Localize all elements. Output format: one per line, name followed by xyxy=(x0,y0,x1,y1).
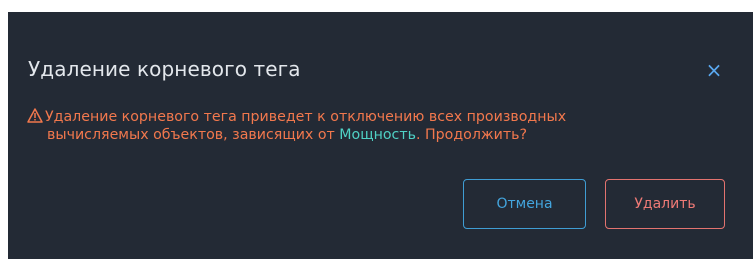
close-icon[interactable]: × xyxy=(702,58,726,82)
warning-text-prefix: Удаление корневого тега приведет к отклю… xyxy=(45,109,567,125)
warning-text-line2: вычисляемых объектов, зависящих от xyxy=(47,127,340,143)
cancel-button[interactable]: Отмена xyxy=(463,179,586,229)
dialog-title: Удаление корневого тега xyxy=(28,57,301,81)
dependent-tag-name: Мощность xyxy=(339,127,416,143)
warning-message-line1: Удаление корневого тега приведет к отклю… xyxy=(27,108,747,126)
delete-button[interactable]: Удалить xyxy=(605,179,725,229)
warning-text-suffix: . Продолжить? xyxy=(415,127,528,143)
warning-message: Удаление корневого тега приведет к отклю… xyxy=(27,108,747,144)
warning-triangle-icon xyxy=(27,108,43,123)
delete-root-tag-dialog: Удаление корневого тега × Удаление корне… xyxy=(8,12,753,259)
warning-message-line2: вычисляемых объектов, зависящих от Мощно… xyxy=(27,126,747,144)
